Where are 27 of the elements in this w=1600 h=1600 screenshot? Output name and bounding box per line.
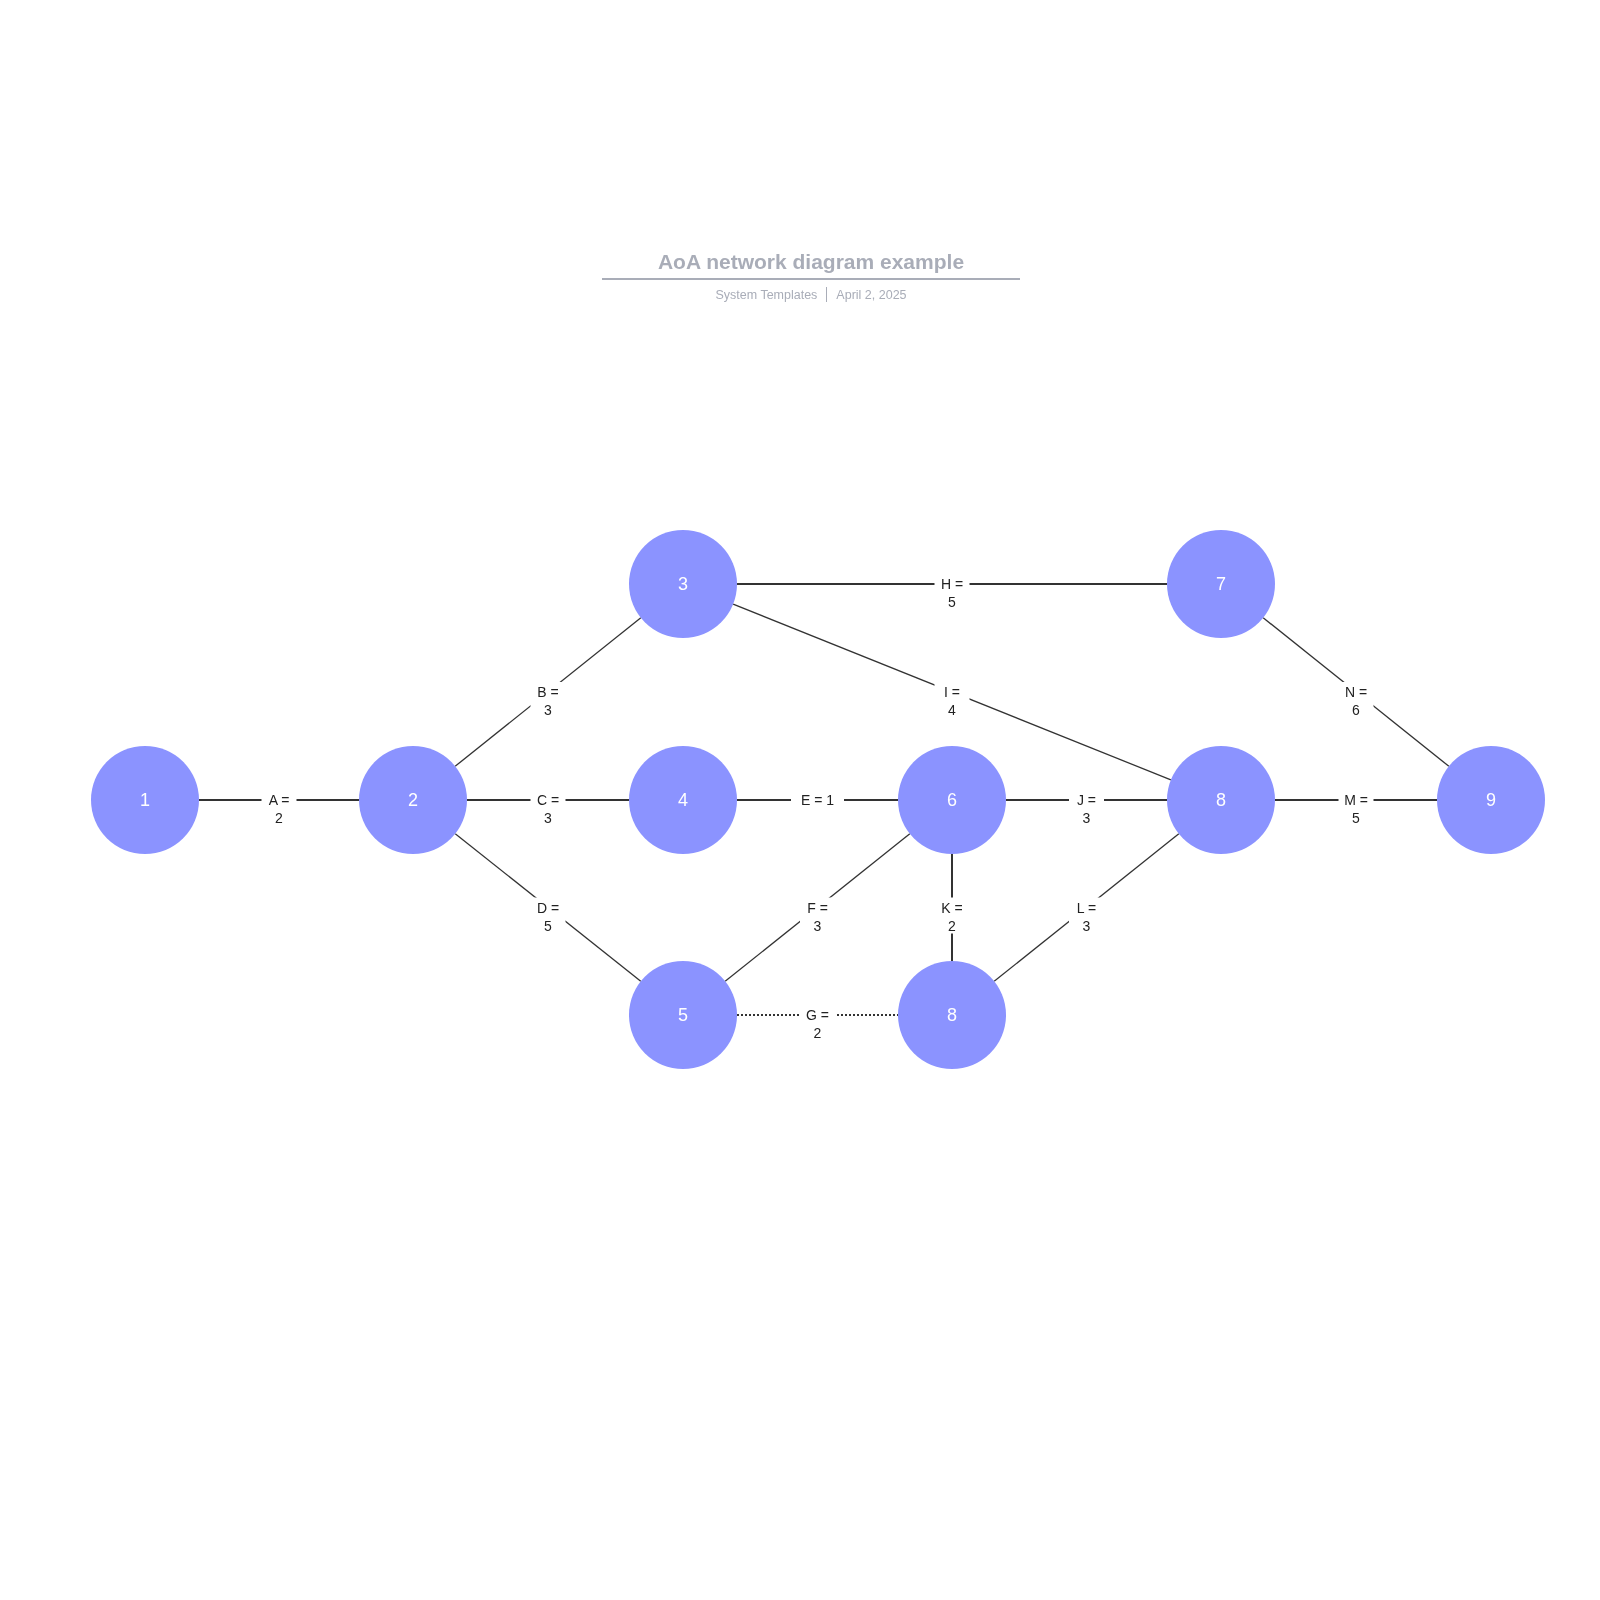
edge-label: G = 2 <box>806 1007 829 1041</box>
edge-label: D = 5 <box>536 899 560 934</box>
diagram-title: AoA network diagram example <box>657 250 965 274</box>
edge-label: E = 1 <box>800 792 835 808</box>
edge-label: M = 5 <box>1344 792 1368 826</box>
node-label: 4 <box>678 790 688 810</box>
edge-label: C = 3 <box>536 792 560 826</box>
node-label: 6 <box>947 790 957 810</box>
edge-label: H = 5 <box>940 576 964 610</box>
edge-label: N = 6 <box>1344 684 1368 718</box>
node-label: 3 <box>678 574 688 594</box>
edge-label: F = 3 <box>807 899 828 934</box>
edge-label: A = 2 <box>268 792 290 826</box>
edge-label: K = 2 <box>941 899 963 934</box>
node-label: 1 <box>140 790 150 810</box>
edge-label: L = 3 <box>1076 899 1097 934</box>
node-label: 8 <box>1216 790 1226 810</box>
edge-label: I = 4 <box>944 684 960 718</box>
edge-label: B = 3 <box>537 684 559 718</box>
source-text: System Templates <box>715 287 818 302</box>
node-label: 9 <box>1486 790 1496 810</box>
node-label: 8 <box>947 1005 957 1025</box>
node-label: 7 <box>1216 574 1226 594</box>
node-label: 5 <box>678 1005 688 1025</box>
edge-label: J = 3 <box>1076 792 1097 826</box>
date-text: April 2, 2025 <box>836 287 907 302</box>
node-label: 2 <box>408 790 418 810</box>
